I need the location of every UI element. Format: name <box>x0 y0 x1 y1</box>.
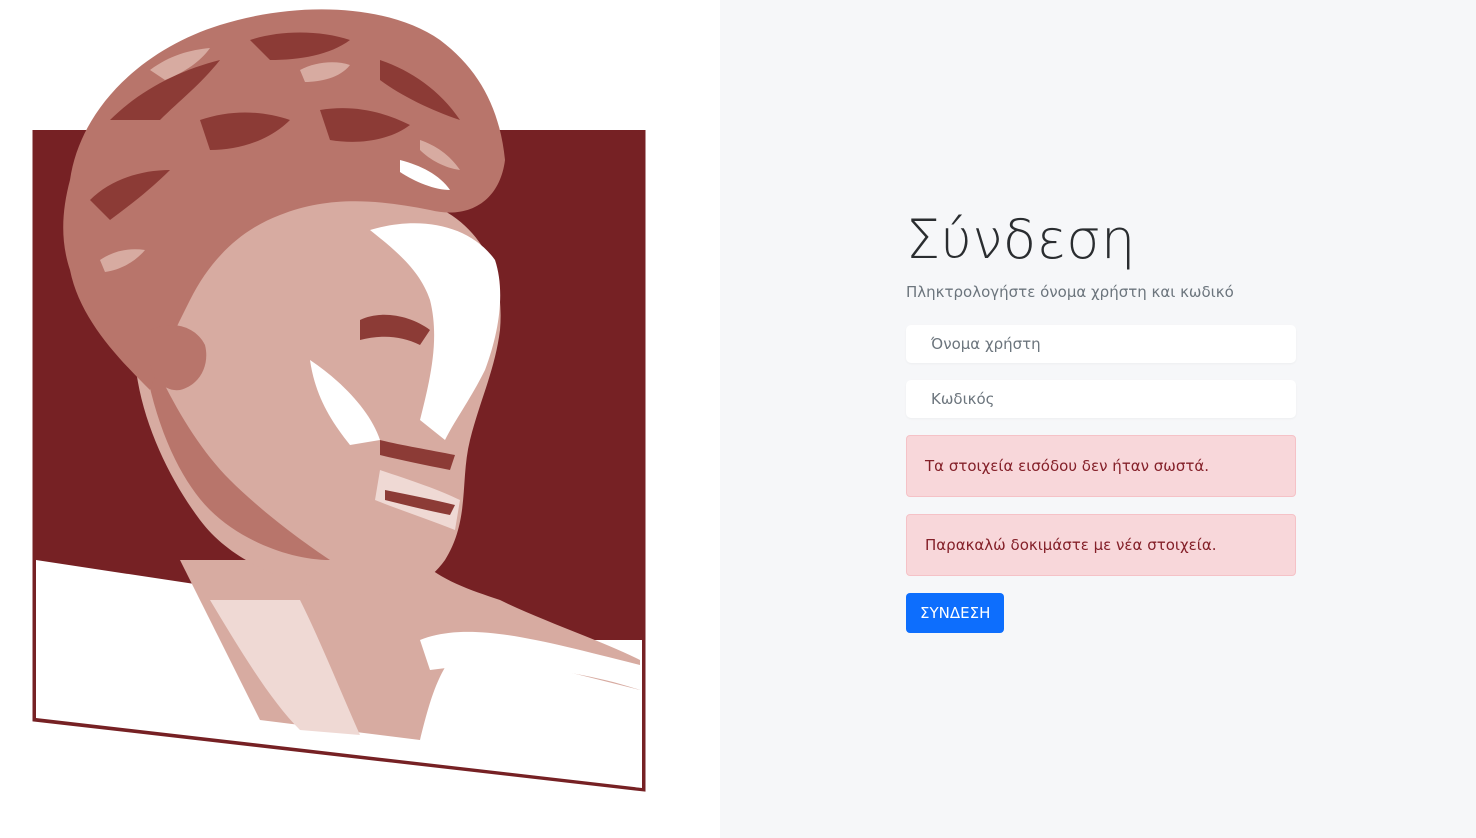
logo-panel <box>0 0 720 838</box>
login-button[interactable]: ΣΥΝΔΕΣΗ <box>906 593 1005 633</box>
page-subtitle: Πληκτρολογήστε όνομα χρήστη και κωδικό <box>906 283 1234 301</box>
login-page: Σύνδεση Πληκτρολογήστε όνομα χρήστη και … <box>0 0 1476 838</box>
password-input[interactable] <box>906 380 1296 418</box>
login-form: Σύνδεση Πληκτρολογήστε όνομα χρήστη και … <box>906 205 1296 633</box>
username-input[interactable] <box>906 325 1296 363</box>
university-bust-logo <box>32 9 646 792</box>
page-title: Σύνδεση <box>906 208 1136 271</box>
login-panel: Σύνδεση Πληκτρολογήστε όνομα χρήστη και … <box>720 0 1476 838</box>
error-alert-retry: Παρακαλώ δοκιμάστε με νέα στοιχεία. <box>906 514 1296 576</box>
error-alert-credentials: Τα στοιχεία εισόδου δεν ήταν σωστά. <box>906 435 1296 497</box>
